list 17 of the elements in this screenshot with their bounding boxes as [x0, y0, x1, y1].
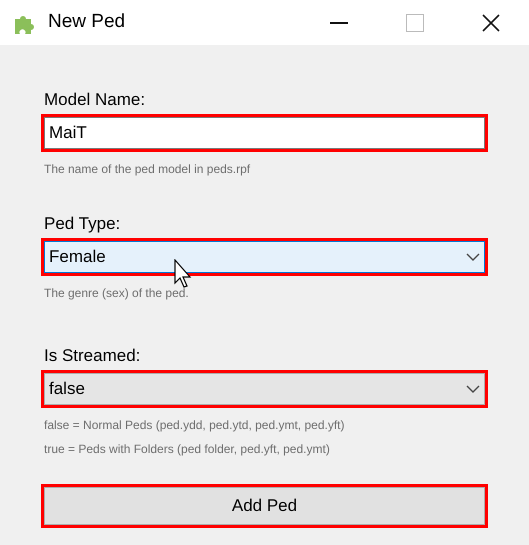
input-field[interactable]: MaiT [44, 117, 485, 149]
add-ped-button[interactable]: Add Ped [44, 487, 485, 525]
chevron-down-icon [466, 385, 480, 393]
dropdown[interactable]: false [44, 373, 485, 405]
minimize-icon [330, 22, 348, 24]
hint-text: false = Normal Peds (ped.ydd, ped.ytd, ped.ymt, ped.yft) true = Peds with Folders (ped folder, ped.yft, ped.ymt) [44, 417, 346, 458]
hint-text: The genre (sex) of the ped. [44, 285, 190, 302]
dropdown[interactable]: Female [44, 241, 485, 273]
mouse-cursor-icon [174, 259, 194, 289]
window-title: New Ped [48, 10, 126, 34]
close-icon [482, 14, 500, 32]
field-label: Ped Type: [44, 213, 122, 235]
chevron-down-icon [466, 253, 480, 261]
field-label: Is Streamed: [44, 345, 142, 367]
field-label: Model Name: [44, 89, 146, 111]
maximize-icon [406, 14, 424, 32]
hint-text: The name of the ped model in peds.rpf [44, 161, 252, 178]
